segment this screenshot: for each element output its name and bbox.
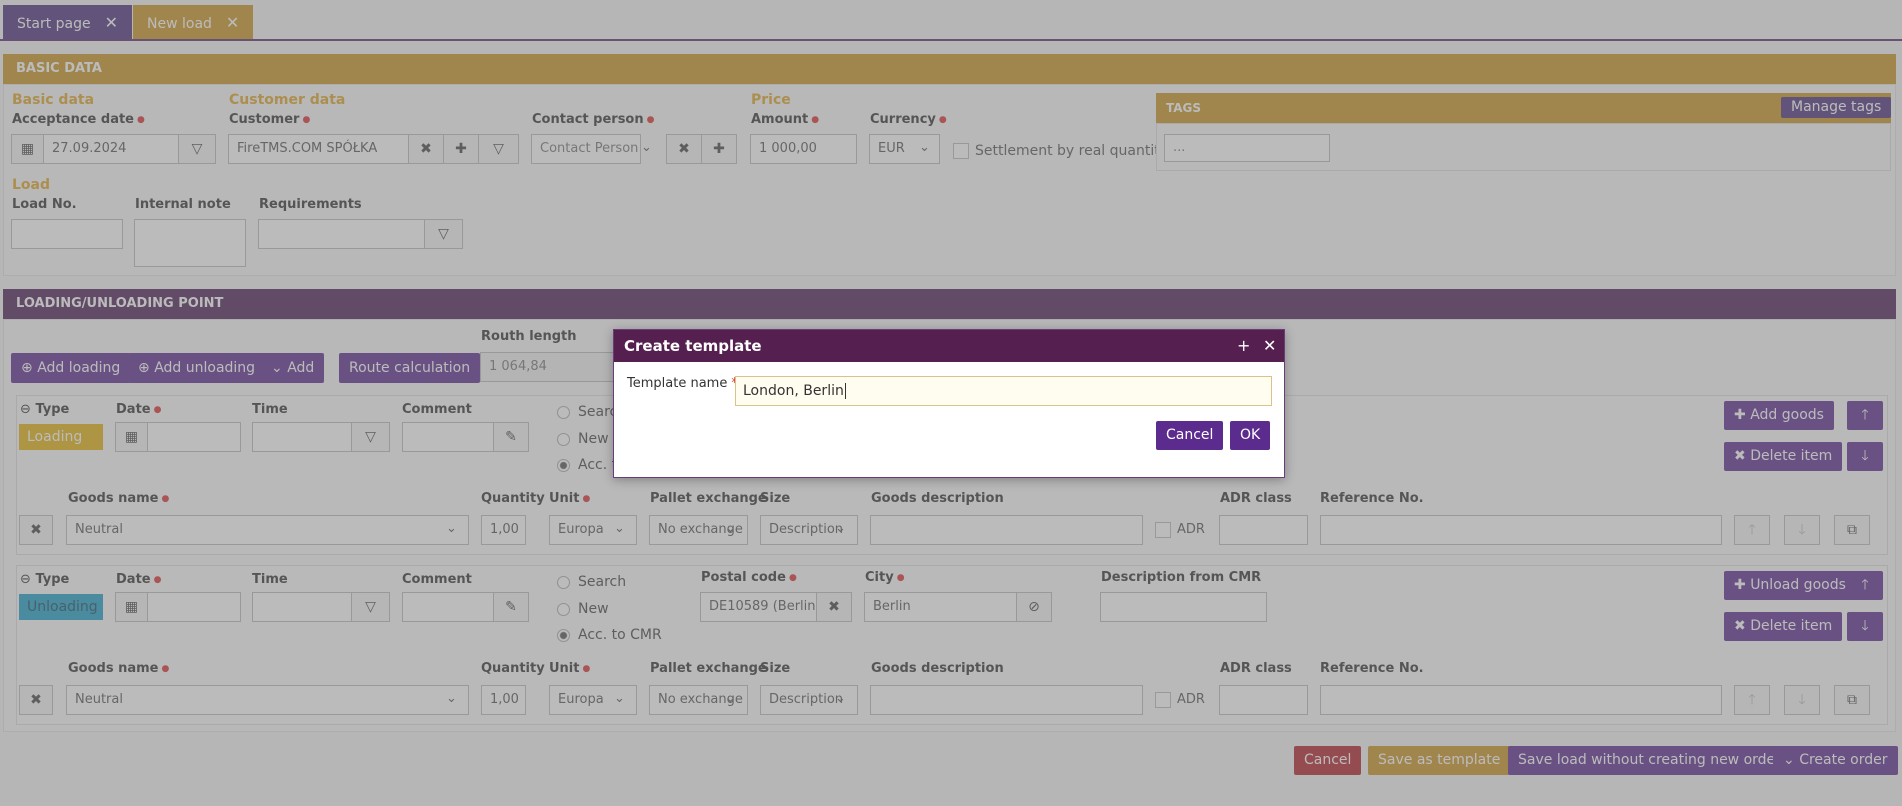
template-name-label: Template name* <box>627 376 738 391</box>
close-icon[interactable]: ✕ <box>1263 330 1276 362</box>
template-name-input[interactable]: London, Berlin <box>735 376 1272 406</box>
dialog-ok-button[interactable]: OK <box>1230 421 1271 450</box>
dialog-cancel-button[interactable]: Cancel <box>1156 421 1224 450</box>
create-template-dialog: Create template + ✕ Template name* Londo… <box>613 329 1285 478</box>
dialog-header: Create template + ✕ <box>614 330 1284 362</box>
dialog-title: Create template <box>624 337 762 355</box>
maximize-icon[interactable]: + <box>1237 330 1250 362</box>
